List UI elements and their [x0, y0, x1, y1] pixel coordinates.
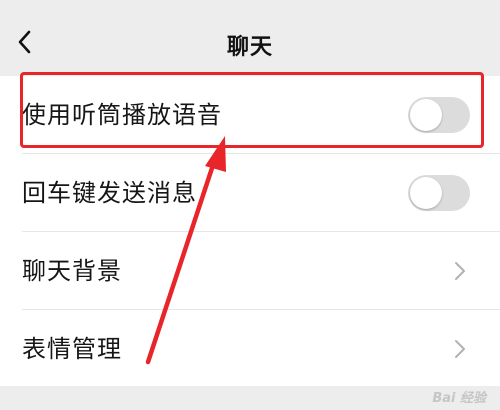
- nav-header: 聊天: [0, 0, 500, 76]
- setting-row-chat-background[interactable]: 聊天背景: [0, 232, 500, 310]
- setting-row-sticker-management[interactable]: 表情管理: [0, 310, 500, 388]
- chevron-right-icon: [455, 262, 465, 280]
- earpiece-voice-toggle[interactable]: [408, 97, 470, 133]
- setting-label: 使用听筒播放语音: [22, 101, 222, 129]
- setting-row-earpiece-voice[interactable]: 使用听筒播放语音: [0, 76, 500, 154]
- setting-label: 聊天背景: [22, 257, 122, 285]
- setting-row-enter-to-send[interactable]: 回车键发送消息: [0, 154, 500, 232]
- setting-label: 回车键发送消息: [22, 179, 197, 207]
- setting-label: 表情管理: [22, 335, 122, 363]
- watermark-text: Bai 经验: [432, 391, 486, 406]
- toggle-knob: [410, 99, 442, 131]
- page-title: 聊天: [226, 35, 273, 60]
- chevron-right-icon: [455, 340, 465, 358]
- settings-list: 使用听筒播放语音 回车键发送消息 聊天背景 表情管理: [0, 76, 500, 386]
- toggle-knob: [410, 177, 442, 209]
- bottom-spacer: [0, 386, 500, 410]
- enter-to-send-toggle[interactable]: [408, 175, 470, 211]
